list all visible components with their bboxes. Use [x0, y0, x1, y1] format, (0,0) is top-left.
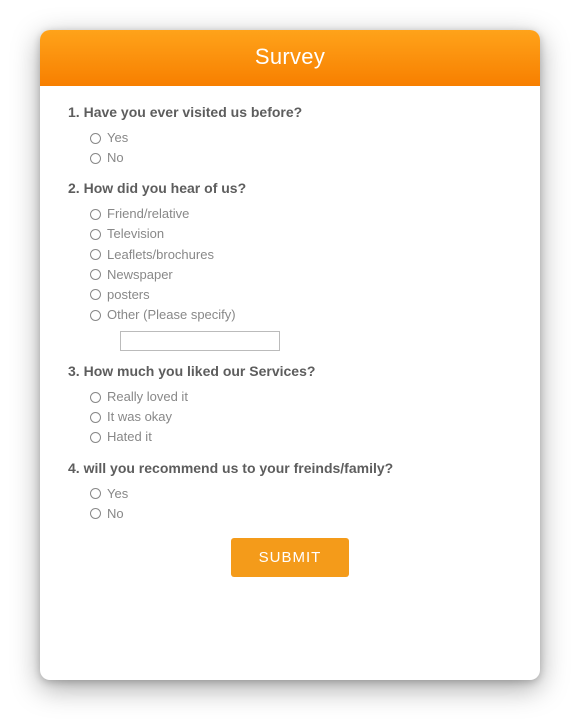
radio-icon — [90, 269, 101, 280]
option-label: Yes — [107, 484, 128, 504]
radio-icon — [90, 289, 101, 300]
option-label: No — [107, 504, 124, 524]
option-q2-television[interactable]: Television — [90, 224, 512, 244]
question-1: 1. Have you ever visited us before? — [68, 104, 512, 120]
question-2-text: How did you hear of us? — [84, 180, 247, 196]
option-q2-posters[interactable]: posters — [90, 285, 512, 305]
option-label: Yes — [107, 128, 128, 148]
question-2-options: Friend/relative Television Leaflets/broc… — [68, 204, 512, 325]
option-q2-newspaper[interactable]: Newspaper — [90, 265, 512, 285]
option-label: It was okay — [107, 407, 172, 427]
radio-icon — [90, 249, 101, 260]
radio-icon — [90, 310, 101, 321]
question-1-text: Have you ever visited us before? — [84, 104, 303, 120]
radio-icon — [90, 153, 101, 164]
radio-icon — [90, 508, 101, 519]
question-2-number: 2. — [68, 180, 80, 196]
question-4: 4. will you recommend us to your freinds… — [68, 460, 512, 476]
survey-card: Survey 1. Have you ever visited us befor… — [40, 30, 540, 680]
option-q3-okay[interactable]: It was okay — [90, 407, 512, 427]
submit-label: SUBMIT — [259, 549, 322, 566]
option-label: Newspaper — [107, 265, 173, 285]
radio-icon — [90, 488, 101, 499]
question-4-options: Yes No — [68, 484, 512, 524]
question-3-options: Really loved it It was okay Hated it — [68, 387, 512, 447]
option-q1-yes[interactable]: Yes — [90, 128, 512, 148]
option-label: Leaflets/brochures — [107, 245, 214, 265]
option-label: Hated it — [107, 427, 152, 447]
option-q1-no[interactable]: No — [90, 148, 512, 168]
submit-button[interactable]: SUBMIT — [231, 538, 350, 577]
option-q2-friend[interactable]: Friend/relative — [90, 204, 512, 224]
radio-icon — [90, 392, 101, 403]
question-2: 2. How did you hear of us? — [68, 180, 512, 196]
option-label: Friend/relative — [107, 204, 189, 224]
option-label: Other (Please specify) — [107, 305, 236, 325]
question-4-number: 4. — [68, 460, 80, 476]
survey-header: Survey — [40, 30, 540, 86]
radio-icon — [90, 432, 101, 443]
option-q4-no[interactable]: No — [90, 504, 512, 524]
radio-icon — [90, 412, 101, 423]
question-3-number: 3. — [68, 363, 80, 379]
option-q3-hated[interactable]: Hated it — [90, 427, 512, 447]
question-3: 3. How much you liked our Services? — [68, 363, 512, 379]
option-q2-other[interactable]: Other (Please specify) — [90, 305, 512, 325]
option-q3-loved[interactable]: Really loved it — [90, 387, 512, 407]
option-q2-leaflets[interactable]: Leaflets/brochures — [90, 245, 512, 265]
option-label: posters — [107, 285, 150, 305]
option-q4-yes[interactable]: Yes — [90, 484, 512, 504]
survey-title: Survey — [255, 44, 325, 69]
option-label: Television — [107, 224, 164, 244]
survey-body: 1. Have you ever visited us before? Yes … — [40, 86, 540, 680]
option-label: No — [107, 148, 124, 168]
question-4-text: will you recommend us to your freinds/fa… — [84, 460, 394, 476]
question-1-number: 1. — [68, 104, 80, 120]
submit-wrap: SUBMIT — [68, 530, 512, 597]
other-specify-input[interactable] — [120, 331, 280, 351]
question-3-text: How much you liked our Services? — [84, 363, 316, 379]
other-specify-wrap — [120, 331, 512, 351]
question-1-options: Yes No — [68, 128, 512, 168]
radio-icon — [90, 133, 101, 144]
radio-icon — [90, 209, 101, 220]
option-label: Really loved it — [107, 387, 188, 407]
radio-icon — [90, 229, 101, 240]
